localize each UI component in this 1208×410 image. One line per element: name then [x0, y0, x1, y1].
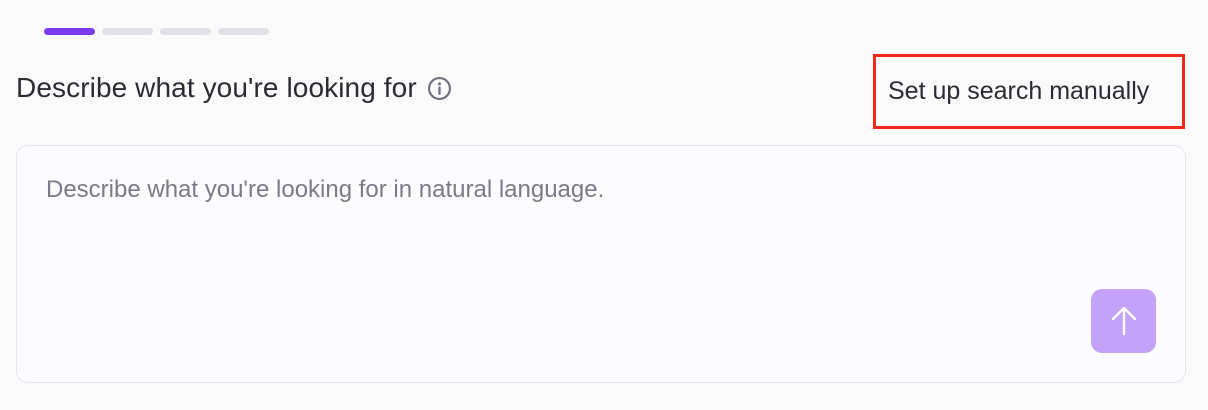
- page-header: Describe what you're looking for: [16, 72, 452, 104]
- setup-search-manually-link[interactable]: Set up search manually: [873, 54, 1185, 129]
- query-input-container: [16, 145, 1186, 383]
- arrow-up-icon: [1111, 306, 1136, 336]
- progress-stepper: [44, 28, 269, 35]
- query-input[interactable]: [46, 176, 1046, 326]
- setup-search-manually-label: Set up search manually: [888, 77, 1150, 105]
- step-indicator-4: [218, 28, 269, 35]
- page-title: Describe what you're looking for: [16, 72, 417, 103]
- step-indicator-3: [160, 28, 211, 35]
- step-indicator-1: [44, 28, 95, 35]
- send-button[interactable]: [1091, 289, 1156, 353]
- step-indicator-2: [102, 28, 153, 35]
- info-icon[interactable]: [427, 76, 452, 101]
